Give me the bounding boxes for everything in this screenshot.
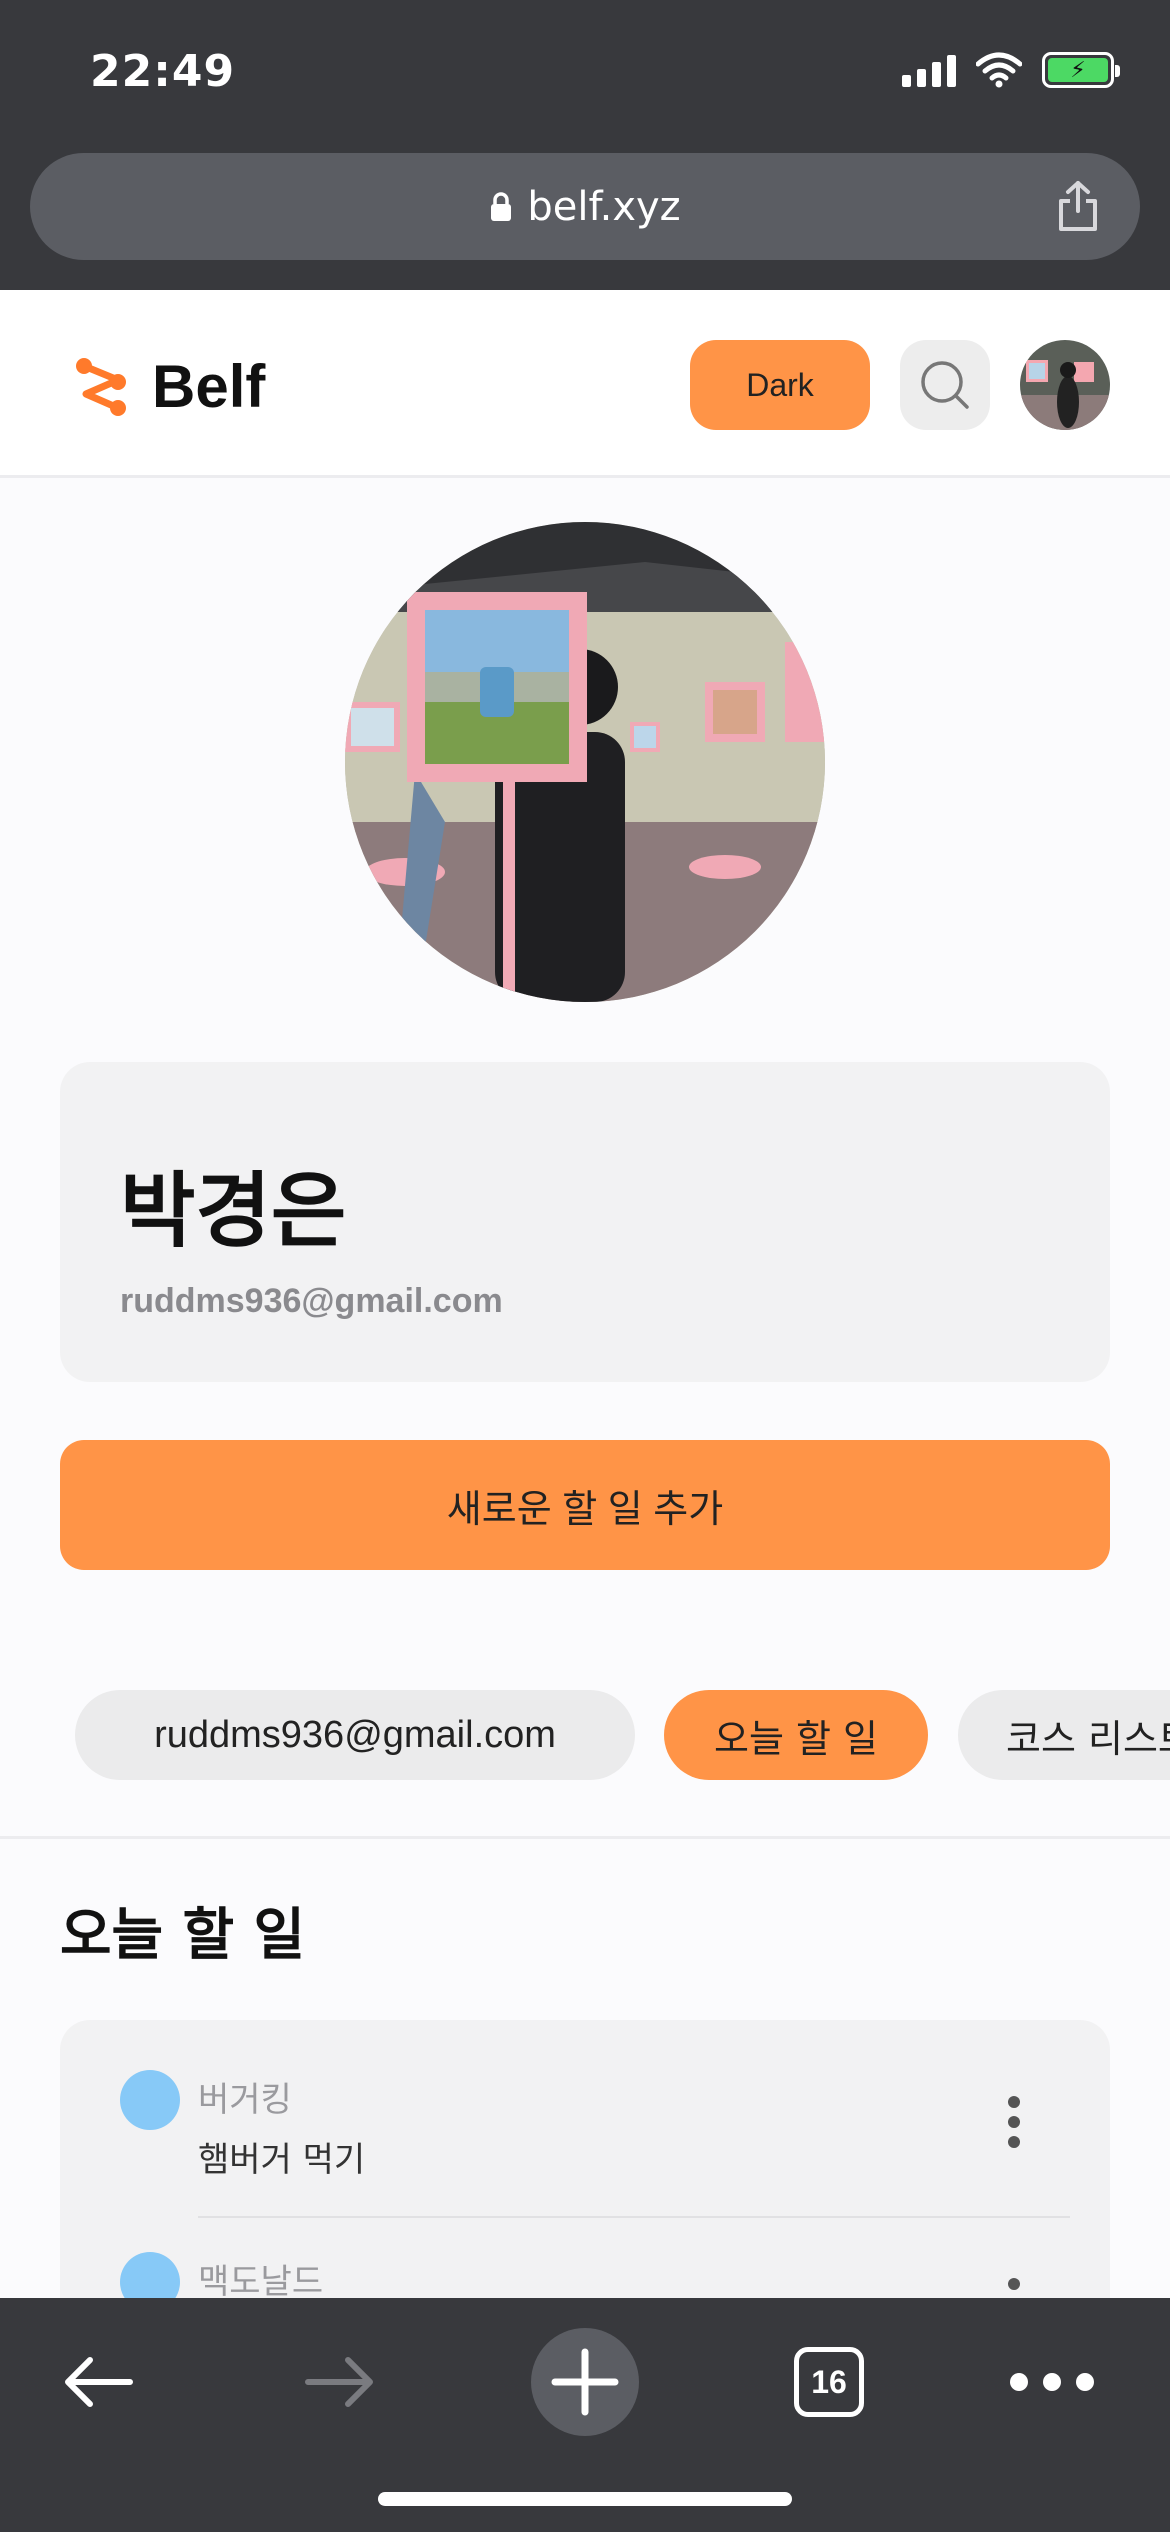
filter-chips: ruddms936@gmail.com 오늘 할 일 코스 리스트 <box>0 1690 1170 1780</box>
ellipsis-icon <box>1010 2373 1094 2391</box>
belf-logo-icon <box>76 357 126 416</box>
list-item[interactable]: 버거킹 햄버거 먹기 <box>60 2040 1110 2220</box>
home-indicator <box>378 2492 792 2506</box>
todo-title: 버거킹 <box>198 2080 292 2120</box>
divider <box>0 1836 1170 1839</box>
battery-charging-icon: ⚡ <box>1042 52 1120 88</box>
arrow-right-icon <box>305 2357 373 2407</box>
wifi-icon <box>976 52 1022 88</box>
chip-course-list[interactable]: 코스 리스트 <box>958 1690 1170 1780</box>
plus-circle-icon <box>531 2328 639 2436</box>
section-title: 오늘 할 일 <box>60 1903 306 1968</box>
logo-text: Belf <box>152 353 266 420</box>
profile-card: 박경은 ruddms936@gmail.com <box>60 1062 1110 1382</box>
dark-mode-button[interactable]: Dark <box>690 340 870 430</box>
search-button[interactable] <box>900 340 990 430</box>
tabs-icon: 16 <box>794 2347 864 2417</box>
status-time: 22:49 <box>90 46 236 97</box>
address-bar[interactable]: belf.xyz <box>30 153 1140 260</box>
todo-description: 햄버거 먹기 <box>198 2140 366 2180</box>
new-tab-button[interactable] <box>525 2322 645 2442</box>
status-bar: 22:49 ⚡ belf.xyz <box>0 0 1170 290</box>
cellular-signal-icon <box>902 53 956 87</box>
more-options-icon[interactable] <box>1008 2096 1020 2148</box>
add-todo-button[interactable]: 새로운 할 일 추가 <box>60 1440 1110 1570</box>
system-icons: ⚡ <box>902 52 1120 88</box>
arrow-left-icon <box>65 2357 133 2407</box>
app-header: Belf Dark <box>0 290 1170 478</box>
back-button[interactable] <box>38 2322 158 2442</box>
profile-name: 박경은 <box>120 1164 347 1259</box>
logo[interactable]: Belf <box>72 352 265 421</box>
todo-color-dot <box>120 2070 180 2130</box>
tabs-button[interactable]: 16 <box>769 2322 889 2442</box>
profile-email: ruddms936@gmail.com <box>120 1282 503 1320</box>
search-icon <box>921 361 969 409</box>
lock-icon <box>491 191 512 221</box>
todo-title: 맥도날드 <box>198 2262 324 2302</box>
more-menu-button[interactable] <box>992 2322 1112 2442</box>
todo-separator <box>198 2216 1070 2218</box>
tab-count: 16 <box>811 2363 847 2400</box>
chip-email[interactable]: ruddms936@gmail.com <box>75 1690 635 1780</box>
chip-today-todos[interactable]: 오늘 할 일 <box>664 1690 928 1780</box>
header-avatar[interactable] <box>1020 340 1110 430</box>
forward-button[interactable] <box>280 2322 400 2442</box>
url-text: belf.xyz <box>527 183 681 230</box>
share-icon[interactable] <box>1056 179 1100 233</box>
profile-photo <box>345 522 825 1002</box>
